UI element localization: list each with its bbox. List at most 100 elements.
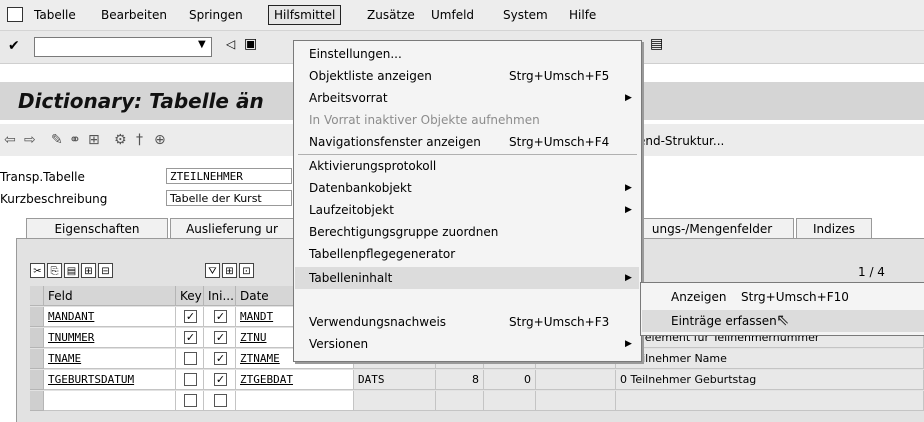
submenu-item-anzeigen[interactable]: Anzeigen Strg+Umsch+F10	[671, 286, 849, 308]
layout-icon[interactable]: ▤	[650, 36, 663, 52]
hierarchy-icon[interactable]: ⊕	[154, 132, 166, 148]
menu-item-shortcut: Strg+Umsch+F3	[509, 315, 610, 329]
page-title: Dictionary: Tabelle än	[18, 89, 264, 113]
cell-initial[interactable]	[204, 391, 236, 411]
cell-key[interactable]	[176, 391, 204, 411]
menu-hilfsmittel[interactable]: Hilfsmittel	[268, 5, 342, 25]
short-description-field[interactable]: Tabelle der Kurst	[166, 190, 292, 206]
menu-umfeld[interactable]: Umfeld	[431, 8, 474, 22]
cell-field[interactable]: TNUMMER	[44, 328, 176, 348]
cell-field[interactable]	[44, 391, 176, 411]
menu-item-aktivierungsprotokoll[interactable]: Aktivierungsprotokoll	[309, 155, 634, 177]
menu-item-verwendungsnachweis[interactable]: Verwendungsnachweis Strg+Umsch+F3	[309, 311, 634, 333]
cell-data-type[interactable]	[354, 391, 436, 411]
cell-initial[interactable]: ✓	[204, 370, 236, 390]
collapse-icon[interactable]: ⊡	[239, 263, 254, 278]
cell-coordinate[interactable]	[536, 370, 616, 390]
checkbox[interactable]: ✓	[214, 331, 227, 344]
delete-row-icon[interactable]: ⊟	[98, 263, 113, 278]
checkbox[interactable]: ✓	[214, 352, 227, 365]
menu-tabelle[interactable]: Tabelle	[34, 8, 76, 22]
menu-bearbeiten[interactable]: Bearbeiten	[101, 8, 167, 22]
tab-auslieferung[interactable]: Auslieferung ur	[170, 218, 294, 239]
table-name-field[interactable]: ZTEILNEHMER	[166, 168, 292, 184]
display-change-icon[interactable]: ✎	[51, 132, 63, 148]
back-arrow-icon[interactable]: ◁	[226, 37, 235, 51]
cell-text: 0 Teilnehmer Geburtstag	[620, 373, 757, 386]
cell-description[interactable]: 0 Teilnehmer Name	[616, 349, 924, 369]
cell-description[interactable]: 0 Teilnehmer Geburtstag	[616, 370, 924, 390]
copy-icon[interactable]: ⎘	[47, 263, 62, 278]
cell-text: TGEBURTSDATUM	[48, 373, 135, 386]
check-icon[interactable]: ⊞	[88, 132, 100, 148]
forward-icon[interactable]: ⇨	[24, 132, 36, 148]
back-icon[interactable]: ⇦	[4, 132, 16, 148]
menu-item-tabelleninhalt[interactable]: Tabelleninhalt ▶	[295, 267, 639, 289]
menu-item-label: Navigationsfenster anzeigen	[309, 135, 481, 149]
menu-item-einstellungen[interactable]: Einstellungen...	[309, 43, 634, 65]
header-key[interactable]: Key	[176, 286, 204, 306]
cell-length[interactable]	[436, 391, 484, 411]
checkbox[interactable]	[214, 394, 227, 407]
tab-indizes[interactable]: Indizes	[796, 218, 872, 239]
cell-description[interactable]	[616, 391, 924, 411]
filter-icon[interactable]: ⛛	[205, 263, 220, 278]
checkbox[interactable]: ✓	[214, 373, 227, 386]
checkbox[interactable]: ✓	[214, 310, 227, 323]
cell-initial[interactable]: ✓	[204, 349, 236, 369]
checkbox[interactable]	[184, 373, 197, 386]
checkbox[interactable]: ✓	[184, 310, 197, 323]
header-initial[interactable]: Ini...	[204, 286, 236, 306]
save-icon[interactable]: ▣	[244, 36, 257, 52]
menu-item-berechtigungsgruppe[interactable]: Berechtigungsgruppe zuordnen	[309, 221, 634, 243]
menu-item-objektliste[interactable]: Objektliste anzeigen Strg+Umsch+F5	[309, 65, 634, 87]
tab-eigenschaften[interactable]: Eigenschaften	[26, 218, 168, 239]
activate-icon[interactable]: ⚙	[114, 132, 127, 148]
menu-item-versionen[interactable]: Versionen ▶	[309, 333, 634, 355]
menu-hilfe[interactable]: Hilfe	[569, 8, 596, 22]
table-row	[30, 391, 924, 411]
where-used-icon[interactable]: †	[136, 132, 143, 148]
menu-zusaetze[interactable]: Zusätze	[367, 8, 415, 22]
enter-icon[interactable]: ✔	[8, 38, 20, 54]
insert-row-icon[interactable]: ⊞	[81, 263, 96, 278]
cell-length[interactable]: 8	[436, 370, 484, 390]
expand-icon[interactable]: ⊞	[222, 263, 237, 278]
tab-waehrungs-mengenfelder[interactable]: ungs-/Mengenfelder	[630, 218, 794, 239]
checkbox[interactable]: ✓	[184, 331, 197, 344]
cell-key[interactable]: ✓	[176, 307, 204, 327]
cell-decimals[interactable]: 0	[484, 370, 536, 390]
checkbox[interactable]	[184, 352, 197, 365]
command-field[interactable]	[34, 37, 212, 57]
cell-decimals[interactable]	[484, 391, 536, 411]
append-structure-button[interactable]: end-Struktur...	[638, 134, 724, 148]
header-field[interactable]: Feld	[44, 286, 176, 306]
checkbox[interactable]	[184, 394, 197, 407]
menu-item-navigationsfenster[interactable]: Navigationsfenster anzeigen Strg+Umsch+F4	[309, 131, 634, 153]
menu-item-tabellenpflegegenerator[interactable]: Tabellenpflegegenerator	[309, 243, 634, 265]
cell-key[interactable]	[176, 370, 204, 390]
cell-key[interactable]	[176, 349, 204, 369]
menu-springen[interactable]: Springen	[189, 8, 243, 22]
cell-field[interactable]: TNAME	[44, 349, 176, 369]
other-object-icon[interactable]: ⚭	[69, 132, 81, 148]
window-menu-icon[interactable]	[7, 7, 23, 22]
paste-icon[interactable]: ▤	[64, 263, 79, 278]
cell-data-type[interactable]: DATS	[354, 370, 436, 390]
menu-item-laufzeitobjekt[interactable]: Laufzeitobjekt ▶	[309, 199, 634, 221]
menu-system[interactable]: System	[503, 8, 548, 22]
cell-data-element[interactable]: ZTGEBDAT	[236, 370, 354, 390]
menu-item-label: Laufzeitobjekt	[309, 203, 394, 217]
cut-icon[interactable]: ✂	[30, 263, 45, 278]
cell-data-element[interactable]	[236, 391, 354, 411]
cell-key[interactable]: ✓	[176, 328, 204, 348]
cell-initial[interactable]: ✓	[204, 328, 236, 348]
cell-field[interactable]: TGEBURTSDATUM	[44, 370, 176, 390]
select-all-cell[interactable]	[30, 286, 44, 306]
chevron-down-icon[interactable]: ▼	[198, 39, 206, 50]
cell-coordinate[interactable]	[536, 391, 616, 411]
menu-item-datenbankobjekt[interactable]: Datenbankobjekt ▶	[309, 177, 634, 199]
cell-initial[interactable]: ✓	[204, 307, 236, 327]
menu-item-arbeitsvorrat[interactable]: Arbeitsvorrat ▶	[309, 87, 634, 109]
cell-field[interactable]: MANDANT	[44, 307, 176, 327]
